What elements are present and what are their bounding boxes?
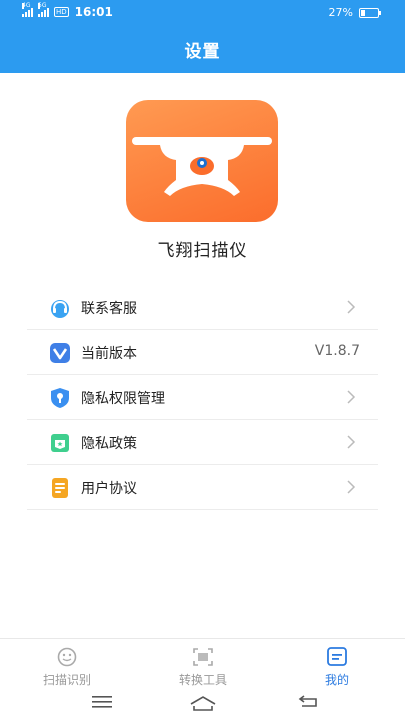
menu-item-user-agreement[interactable]: 用户协议 <box>27 465 378 510</box>
hd-badge: HD <box>54 7 69 17</box>
document-icon <box>52 478 68 498</box>
menu-label: 联系客服 <box>81 301 137 317</box>
bottom-tab-bar: 扫描识别 转换工具 我的 <box>0 638 405 688</box>
menu-label: 隐私政策 <box>81 436 137 452</box>
chevron-right-icon <box>347 390 356 404</box>
home-icon[interactable] <box>188 694 218 712</box>
menu-label: 当前版本 <box>81 346 137 362</box>
settings-menu: 联系客服 当前版本 V1.8.7 隐私权限管理 隐私政策 用户协议 <box>27 285 378 510</box>
menu-item-current-version[interactable]: 当前版本 V1.8.7 <box>27 330 378 375</box>
menu-item-privacy-permissions[interactable]: 隐私权限管理 <box>27 375 378 420</box>
version-value: V1.8.7 <box>314 343 360 359</box>
tab-label: 扫描识别 <box>42 673 91 687</box>
page-title: 设置 <box>184 42 221 62</box>
battery-percent: 27% <box>328 6 353 19</box>
signal-icon-sim2: 5G <box>38 3 49 17</box>
drone-logo-icon <box>126 100 278 222</box>
tab-mine[interactable]: 我的 <box>282 647 392 688</box>
back-icon[interactable] <box>296 694 320 710</box>
chevron-right-icon <box>347 480 356 494</box>
menu-item-customer-service[interactable]: 联系客服 <box>27 285 378 330</box>
tab-label: 转换工具 <box>178 673 227 687</box>
tab-convert[interactable]: 转换工具 <box>148 647 258 688</box>
clock: 16:01 <box>74 5 113 19</box>
version-icon <box>50 343 70 363</box>
menu-label: 隐私权限管理 <box>81 391 165 407</box>
tab-scan[interactable]: 扫描识别 <box>12 647 122 688</box>
convert-frame-icon <box>193 648 213 666</box>
battery-icon <box>359 7 381 18</box>
headset-icon <box>51 300 69 318</box>
shield-lock-icon <box>51 388 69 408</box>
tab-label: 我的 <box>324 673 349 687</box>
profile-card-icon <box>327 647 347 666</box>
system-nav-bar <box>0 686 405 720</box>
header-bar: 4G 5G HD 16:01 27% 设置 <box>0 0 405 73</box>
chevron-right-icon <box>347 435 356 449</box>
chevron-right-icon <box>347 300 356 314</box>
policy-badge-icon <box>51 434 69 452</box>
menu-icon[interactable] <box>90 694 114 710</box>
menu-label: 用户协议 <box>81 481 137 497</box>
menu-item-privacy-policy[interactable]: 隐私政策 <box>27 420 378 465</box>
status-bar: 4G 5G HD 16:01 27% <box>0 0 405 26</box>
signal-icon-sim1: 4G <box>22 3 33 17</box>
app-name: 飞翔扫描仪 <box>157 241 248 261</box>
scan-smile-icon <box>57 647 77 667</box>
